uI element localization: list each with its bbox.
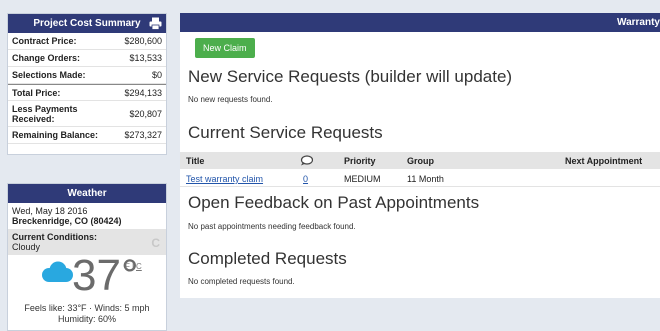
current-service-requests-title: Current Service Requests [188,123,383,142]
warranty-header: Warranty [180,13,660,32]
cost-label: Less Payments Received: [12,103,78,124]
cost-label: Contract Price: [12,36,77,46]
warranty-panel: Warranty New Claim New Service Requests … [180,13,660,298]
print-icon[interactable] [149,17,162,30]
weather-header: Weather [8,184,166,203]
cost-summary-title: Project Cost Summary [33,18,141,29]
weather-date: Wed, May 18 2016 [12,206,88,216]
conditions-value: Cloudy [12,242,41,252]
completed-requests-message: No completed requests found. [188,277,295,286]
weather-panel: Weather Wed, May 18 2016 Breckenridge, C… [7,183,167,331]
unit-separator: | [132,262,135,271]
cost-row-remaining-balance: Remaining Balance: $273,327 [8,127,166,144]
open-feedback-title: Open Feedback on Past Appointments [188,193,480,212]
refresh-icon[interactable]: C [151,236,160,250]
column-header-title[interactable]: Title [186,156,204,166]
cost-summary-header: Project Cost Summary [8,14,166,33]
cost-value: $273,327 [124,130,162,140]
cost-row-change-orders: Change Orders: $13,533 [8,50,166,67]
cost-value: $280,600 [124,36,162,46]
table-row: Test warranty claim 0 MEDIUM 11 Month [180,170,660,187]
cost-value: $0 [151,70,162,80]
new-service-requests-title: New Service Requests (builder will updat… [188,67,513,86]
request-group: 11 Month [407,174,444,184]
cost-label: Selections Made: [12,70,86,80]
new-service-requests-message: No new requests found. [188,95,273,104]
cost-value: $13,533 [129,53,162,63]
cost-label: Change Orders: [12,53,81,63]
completed-requests-title: Completed Requests [188,249,347,268]
feels-like-winds: Feels like: 33°F · Winds: 5 mph [24,303,150,313]
conditions-label: Current Conditions: [12,232,97,242]
temperature-display: 37° F | C [8,251,166,300]
cost-row-total-price: Total Price: $294,133 [8,84,166,101]
column-header-next-appointment[interactable]: Next Appointment [565,156,642,166]
unit-fahrenheit: F [125,262,130,271]
cloud-icon [42,261,73,282]
request-title-link[interactable]: Test warranty claim [186,174,263,184]
cost-value: $294,133 [124,87,162,98]
humidity: Humidity: 60% [57,314,117,324]
project-cost-summary-panel: Project Cost Summary Contract Price: $28… [7,13,167,155]
temperature-value: 37° [72,251,139,300]
new-claim-button[interactable]: New Claim [195,38,255,58]
unit-celsius-link[interactable]: C [136,262,142,271]
request-priority: MEDIUM [344,174,381,184]
column-header-group[interactable]: Group [407,156,434,166]
column-header-priority[interactable]: Priority [344,156,376,166]
cost-row-contract-price: Contract Price: $280,600 [8,33,166,50]
cost-row-selections-made: Selections Made: $0 [8,67,166,84]
cost-value: $20,807 [129,108,162,119]
comment-count-link[interactable]: 0 [303,174,308,184]
weather-location: Breckenridge, CO (80424) [12,216,122,226]
open-feedback-message: No past appointments needing feedback fo… [188,222,356,231]
cost-label: Total Price: [12,87,61,98]
cost-row-payments-received: Less Payments Received: $20,807 [8,101,166,127]
cost-label: Remaining Balance: [12,130,99,140]
requests-table-header: Title Priority Group Next Appointment [180,152,660,169]
comment-icon [300,155,313,166]
